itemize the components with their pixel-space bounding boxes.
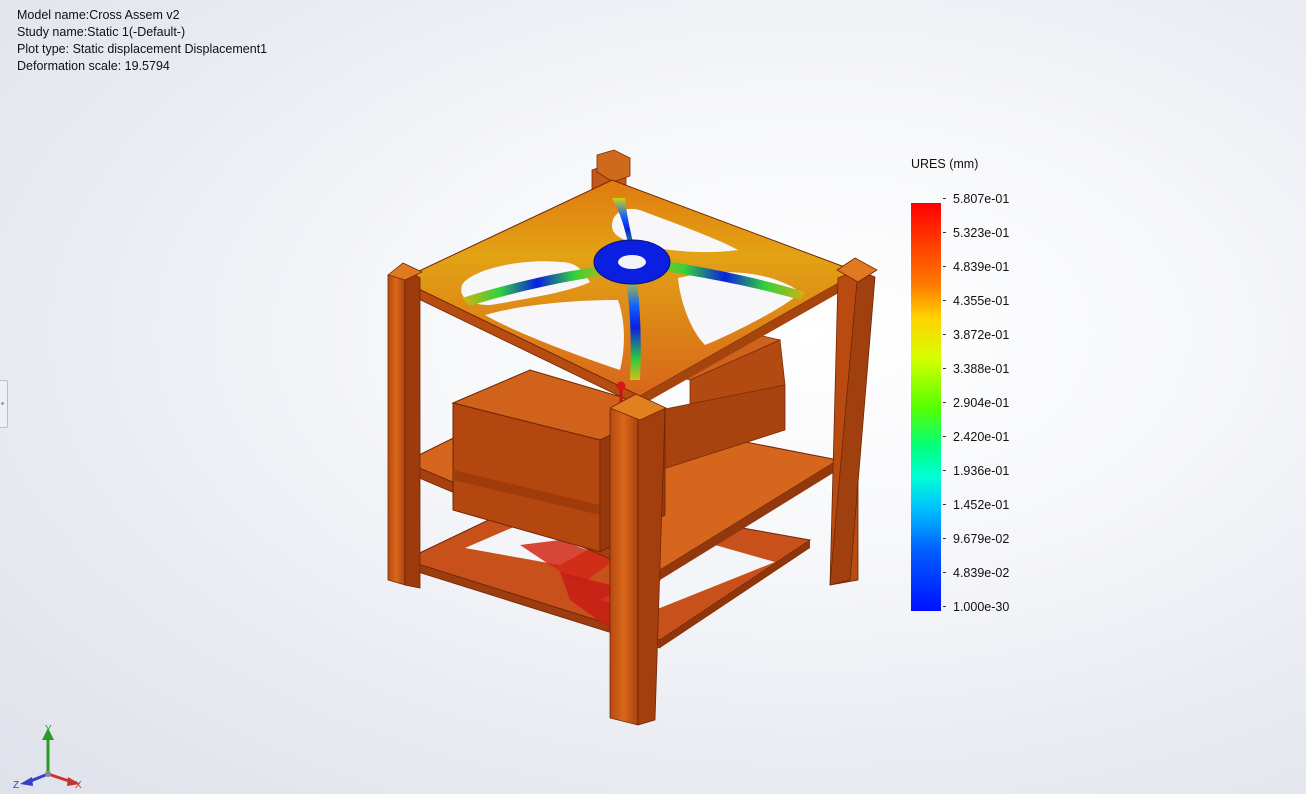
side-panel-handle[interactable]: [0, 380, 8, 428]
legend-label: 9.679e-02: [943, 532, 1023, 546]
legend-label: 1.000e-30: [943, 600, 1023, 614]
deformation-scale: Deformation scale: 19.5794: [17, 59, 170, 73]
legend-label: 5.807e-01: [943, 192, 1023, 206]
model-name: Model name:Cross Assem v2: [17, 8, 180, 22]
legend-label: 3.388e-01: [943, 362, 1023, 376]
legend-label: 2.904e-01: [943, 396, 1023, 410]
legend-label: 3.872e-01: [943, 328, 1023, 342]
legend-label: 5.323e-01: [943, 226, 1023, 240]
legend-title: URES (mm): [911, 157, 979, 171]
y-axis-label: Y: [45, 724, 52, 735]
legend-label: 2.420e-01: [943, 430, 1023, 444]
legend-label: 1.452e-01: [943, 498, 1023, 512]
x-axis-label: X: [75, 780, 82, 790]
legend-color-bar: [911, 203, 941, 611]
axis-triad: Y X Z: [13, 724, 82, 790]
legend-label: 4.839e-01: [943, 260, 1023, 274]
plot-type: Plot type: Static displacement Displacem…: [17, 42, 268, 56]
z-axis-label: Z: [13, 780, 19, 790]
study-info: Model name:Cross Assem v2 Study name:Sta…: [17, 7, 267, 75]
handle-dot-icon: [1, 402, 4, 405]
legend-label: 4.355e-01: [943, 294, 1023, 308]
legend-label: 1.936e-01: [943, 464, 1023, 478]
cubesat-model[interactable]: [380, 148, 890, 738]
legend-label: 4.839e-02: [943, 566, 1023, 580]
study-name: Study name:Static 1(-Default-): [17, 25, 186, 39]
